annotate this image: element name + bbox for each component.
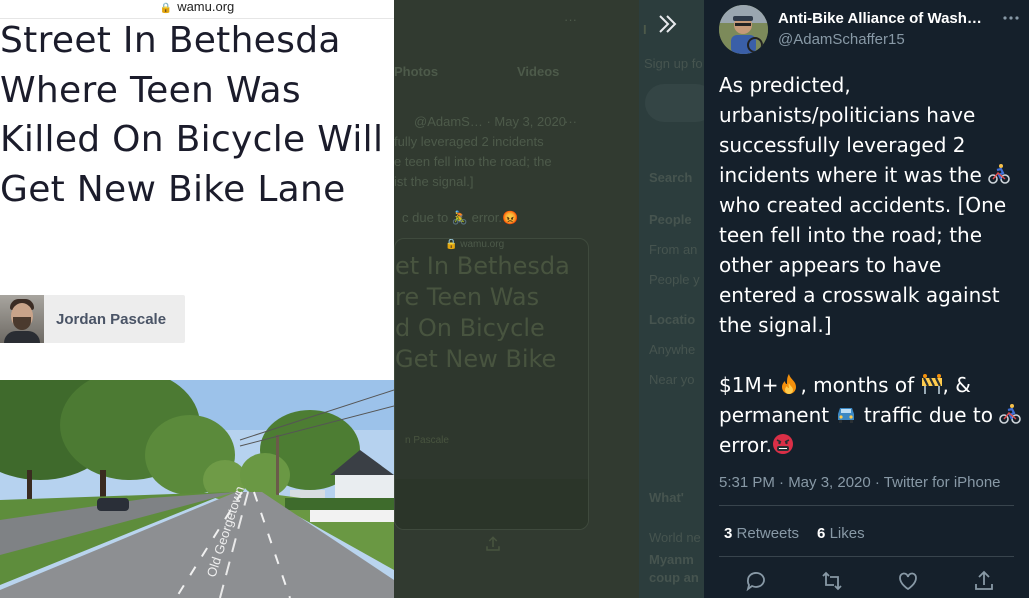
bg-letter: I: [643, 22, 647, 37]
bicyclist-emoji: [988, 164, 1011, 184]
article-screenshot: 🔒 wamu.org Street In Bethesda Where Teen …: [0, 0, 394, 598]
bg-trend-title: Myanm: [649, 552, 694, 567]
tab-photos: Photos: [394, 64, 439, 79]
article-headline: Street In Bethesda Where Teen Was Killed…: [0, 20, 384, 210]
bg-people-you-follow: People y: [649, 272, 700, 287]
bg-location-heading: Locatio: [649, 312, 696, 327]
more-icon[interactable]: [1001, 8, 1021, 28]
reply-icon[interactable]: [744, 569, 768, 593]
retweets-stat[interactable]: 3 Retweets: [724, 525, 799, 542]
tweet-text: As predicted, urbanists/politicians have…: [719, 73, 1028, 457]
angry-face-emoji: [772, 434, 793, 454]
bg-tweet-meta: @AdamS… · May 3, 2020: [414, 114, 566, 129]
bg-tweet-line: fully leveraged 2 incidents: [394, 134, 544, 149]
bg-link-card: 🔒 wamu.org et In Bethesda re Teen Was d …: [394, 238, 589, 530]
divider: [719, 556, 1014, 557]
handle[interactable]: @AdamSchaffer15: [778, 31, 905, 48]
share-icon[interactable]: [972, 569, 996, 593]
chevron-right-icon[interactable]: [655, 12, 679, 36]
bg-more-icon-top: ···: [564, 12, 577, 27]
tweet-timestamp[interactable]: 5:31 PM · May 3, 2020 · Twitter for iPho…: [719, 474, 1001, 491]
bg-from-anyone: From an: [649, 242, 698, 257]
author-chip: Jordan Pascale: [0, 295, 185, 343]
bg-signup-button: [645, 84, 704, 122]
bg-signup-text: Sign up fo: [644, 56, 703, 71]
display-name[interactable]: Anti-Bike Alliance of Wash…: [778, 10, 988, 27]
divider: [719, 505, 1014, 506]
retweet-icon[interactable]: [820, 569, 844, 593]
author-avatar: [0, 295, 44, 343]
tweet-detail-panel: Anti-Bike Alliance of Wash… @AdamSchaffe…: [704, 0, 1029, 598]
author-name: Jordan Pascale: [56, 310, 167, 328]
bg-share-icon: [486, 536, 500, 551]
bg-right-sidebar: Sign up fo Search People From an People …: [639, 0, 704, 598]
bg-tweet-line: c due to 🚴 error.😡: [402, 210, 519, 225]
dimmed-twitter-backdrop: Photos Videos @AdamS… · May 3, 2020 ··· …: [394, 0, 704, 598]
bg-whats-happening: What': [649, 490, 684, 505]
car-emoji: [838, 408, 855, 423]
engagement-stats: 3 Retweets 6 Likes: [724, 525, 865, 542]
bg-search-filters-title: Search: [649, 170, 693, 185]
like-icon[interactable]: [896, 569, 920, 593]
fire-emoji: [782, 374, 797, 394]
construction-barrier-emoji: [921, 374, 942, 394]
bg-card-headline: et In Bethesda re Teen Was d On Bicycle …: [395, 252, 570, 373]
avatar[interactable]: [719, 5, 768, 54]
bg-anywhere: Anywhe: [649, 342, 696, 357]
bg-card-domain: 🔒 wamu.org: [445, 239, 505, 250]
bg-trend-title: coup an: [649, 570, 699, 585]
likes-stat[interactable]: 6 Likes: [817, 525, 865, 542]
bg-people-heading: People: [649, 212, 692, 227]
bg-tweet-line: ist the signal.]: [394, 174, 474, 189]
lock-icon: 🔒: [159, 3, 173, 14]
tab-videos: Videos: [517, 64, 560, 79]
bg-tweet-line: e teen fell into the road; the: [394, 154, 552, 169]
street-photo: Old Georgetown: [0, 380, 394, 598]
bg-more-icon: ···: [564, 114, 577, 129]
bicyclist-emoji: [999, 404, 1022, 424]
url-domain: wamu.org: [177, 0, 235, 14]
bg-card-author: n Pascale: [405, 435, 449, 446]
bg-card-photo: [395, 479, 588, 529]
tweet-actions: [744, 569, 1004, 593]
bg-near-you: Near yo: [649, 372, 695, 387]
bg-trend-category: World ne: [649, 530, 701, 545]
